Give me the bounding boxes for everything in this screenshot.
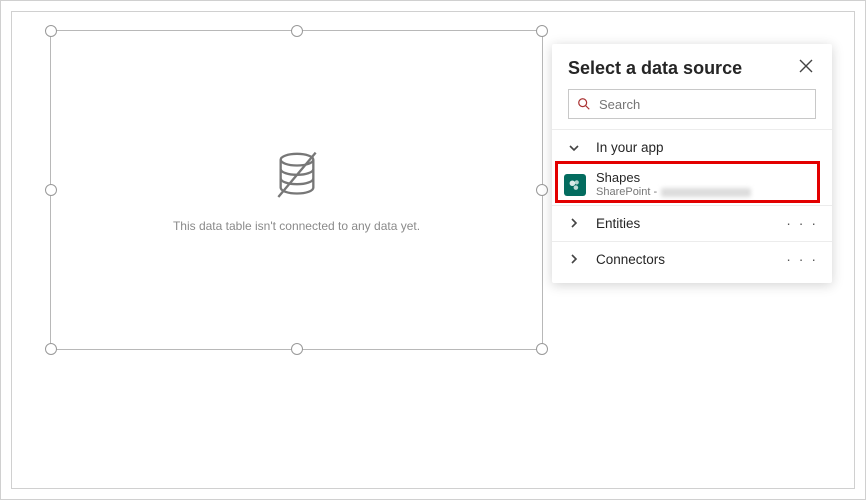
search-wrap <box>552 89 832 129</box>
panel-header: Select a data source <box>552 58 832 89</box>
canvas-frame: This data table isn't connected to any d… <box>11 11 855 489</box>
section-header-entities[interactable]: Entities · · · <box>552 206 832 241</box>
search-icon <box>577 97 591 111</box>
data-table-empty-message: This data table isn't connected to any d… <box>173 219 420 233</box>
chevron-down-icon <box>568 142 588 154</box>
close-icon <box>799 59 813 78</box>
data-table-empty-state: This data table isn't connected to any d… <box>51 31 542 349</box>
ellipsis-icon: · · · <box>786 215 818 231</box>
section-connectors: Connectors · · · <box>552 241 832 277</box>
chevron-right-icon <box>568 253 588 265</box>
close-button[interactable] <box>796 59 816 79</box>
redacted-account <box>661 188 751 197</box>
data-source-panel: Select a data source <box>552 44 832 283</box>
more-options-button[interactable]: · · · <box>786 251 818 267</box>
data-source-text: Shapes SharePoint - <box>596 171 751 199</box>
panel-title: Select a data source <box>568 58 742 79</box>
data-source-name: Shapes <box>596 171 751 186</box>
outer-frame: This data table isn't connected to any d… <box>0 0 866 500</box>
section-header-connectors[interactable]: Connectors · · · <box>552 242 832 277</box>
search-input[interactable] <box>599 97 807 112</box>
data-source-subtitle: SharePoint - <box>596 186 751 199</box>
sharepoint-icon <box>564 174 586 196</box>
chevron-right-icon <box>568 217 588 229</box>
section-label: In your app <box>596 140 664 155</box>
section-entities: Entities · · · <box>552 205 832 241</box>
section-header-in-your-app[interactable]: In your app <box>552 130 832 165</box>
database-strikethrough-icon <box>269 148 325 209</box>
section-label: Entities <box>596 216 640 231</box>
data-table-control[interactable]: This data table isn't connected to any d… <box>50 30 543 350</box>
ellipsis-icon: · · · <box>786 251 818 267</box>
search-box[interactable] <box>568 89 816 119</box>
section-label: Connectors <box>596 252 665 267</box>
more-options-button[interactable]: · · · <box>786 215 818 231</box>
section-in-your-app: In your app Shapes SharePoint - <box>552 129 832 205</box>
data-source-item-shapes[interactable]: Shapes SharePoint - <box>552 165 832 205</box>
